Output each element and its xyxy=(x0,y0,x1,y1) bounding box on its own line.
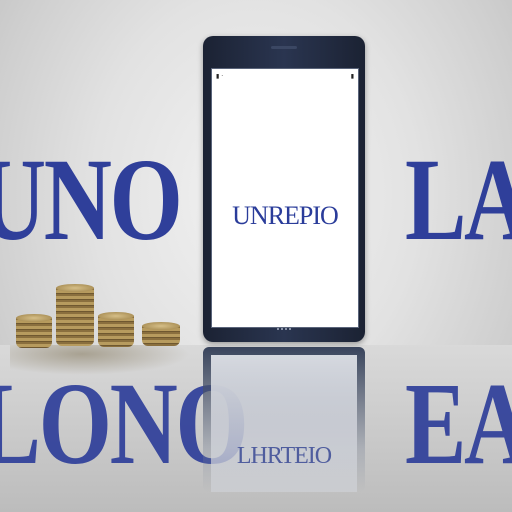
coins-reflection xyxy=(10,345,190,375)
smartphone: ▮ · ▮ UNREPIO xyxy=(203,36,365,342)
phone-screen[interactable]: ▮ · ▮ UNREPIO xyxy=(211,68,359,328)
phone-speaker xyxy=(271,46,297,49)
status-dot-icon: ▮ · xyxy=(216,73,224,80)
screen-reflection: LHRTEIO xyxy=(211,355,357,492)
coin-stack-tall xyxy=(56,284,94,346)
coin-stack-middle xyxy=(98,312,134,347)
coin-stack-right xyxy=(142,322,180,346)
screen-reflection-text: LHRTEIO xyxy=(236,443,332,469)
right-background-letters: LA xyxy=(405,134,512,265)
screen-text: UNREPIO xyxy=(232,201,339,230)
left-background-letters: UNO xyxy=(0,134,183,265)
status-bar: ▮ · ▮ xyxy=(216,73,354,80)
coin-stack-left xyxy=(16,314,52,348)
home-indicator xyxy=(277,328,291,332)
battery-icon: ▮ xyxy=(350,73,354,80)
right-letters-reflection: EA xyxy=(405,358,512,489)
phone-reflection: LHRTEIO xyxy=(203,347,365,492)
